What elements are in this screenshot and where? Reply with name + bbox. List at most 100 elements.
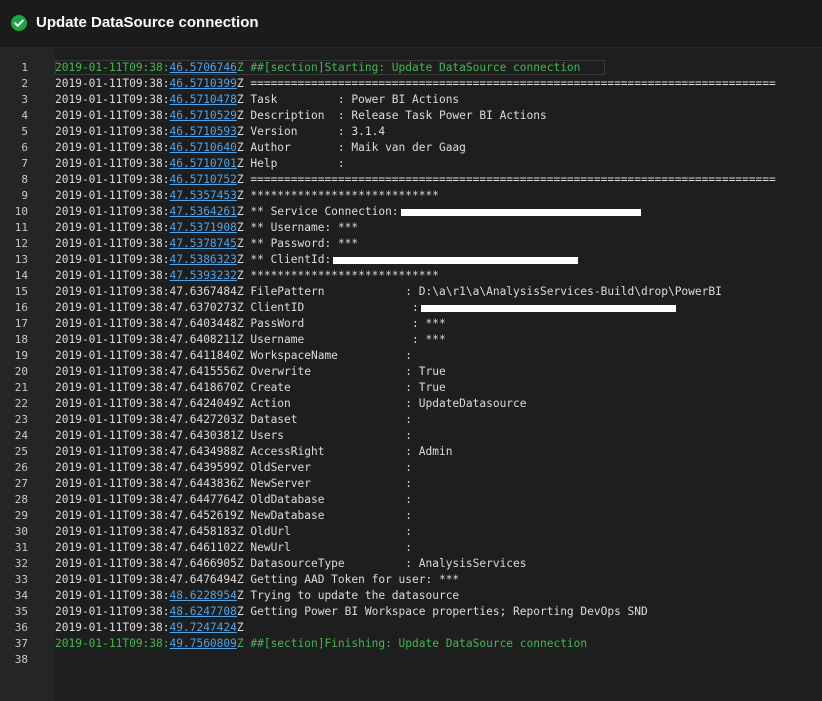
timestamp-date: 2019-01-11T09:38: — [55, 189, 170, 202]
log-message: NewDatabase : — [243, 509, 413, 522]
line-number[interactable]: 14 — [0, 268, 28, 284]
timestamp-link[interactable]: 46.5706746 — [170, 61, 237, 74]
line-number[interactable]: 26 — [0, 460, 28, 476]
line-number[interactable]: 12 — [0, 236, 28, 252]
timestamp-seconds: 47.6403448 — [169, 317, 237, 330]
timestamp-link[interactable]: 46.5710478 — [170, 93, 237, 106]
line-number[interactable]: 17 — [0, 316, 28, 332]
log-text: 2019-01-11T09:38:46.5710399Z ===========… — [55, 76, 776, 92]
log-text: 2019-01-11T09:38:46.5710593Z Version : 3… — [55, 124, 385, 140]
log-message: DatasourceType : AnalysisServices — [243, 557, 527, 570]
timestamp-zone: Z — [236, 157, 244, 170]
log-text: 2019-01-11T09:38:47.5393232Z ***********… — [55, 268, 439, 284]
log-text: 2019-01-11T09:38:47.6370273Z ClientID : — [55, 300, 676, 316]
timestamp-link[interactable]: 47.5357453 — [170, 189, 237, 202]
timestamp-date: 2019-01-11T09:38: — [55, 637, 170, 650]
line-number[interactable]: 37 — [0, 636, 28, 652]
line-number[interactable]: 19 — [0, 348, 28, 364]
line-number[interactable]: 6 — [0, 140, 28, 156]
log-message: ##[section]Finishing: Update DataSource … — [243, 637, 588, 650]
timestamp-link[interactable]: 47.5393232 — [170, 269, 237, 282]
log-line: 18 2019-01-11T09:38:47.6408211Z Username … — [0, 332, 822, 348]
log-message: OldDatabase : — [243, 493, 413, 506]
line-number[interactable]: 3 — [0, 92, 28, 108]
timestamp-link[interactable]: 46.5710640 — [170, 141, 237, 154]
line-number[interactable]: 5 — [0, 124, 28, 140]
timestamp-date: 2019-01-11T09:38: — [55, 77, 170, 90]
timestamp-link[interactable]: 49.7247424 — [170, 621, 237, 634]
timestamp-seconds: 47.6411840 — [169, 349, 237, 362]
timestamp-link[interactable]: 47.5378745 — [170, 237, 237, 250]
log-line: 15 2019-01-11T09:38:47.6367484Z FilePatte… — [0, 284, 822, 300]
timestamp-link[interactable]: 49.7560809 — [170, 637, 237, 650]
redacted-value — [420, 304, 676, 312]
line-number[interactable]: 8 — [0, 172, 28, 188]
timestamp-date: 2019-01-11T09:38: — [55, 621, 170, 634]
timestamp-link[interactable]: 48.6247708 — [170, 605, 237, 618]
timestamp-link[interactable]: 46.5710752 — [170, 173, 237, 186]
line-number[interactable]: 35 — [0, 604, 28, 620]
log-message: WorkspaceName : — [243, 349, 413, 362]
line-number[interactable]: 9 — [0, 188, 28, 204]
line-number[interactable]: 10 — [0, 204, 28, 220]
log-message: Version : 3.1.4 — [243, 125, 386, 138]
log-message: Getting AAD Token for user: *** — [243, 573, 460, 586]
line-number[interactable]: 16 — [0, 300, 28, 316]
log-message: ##[section]Starting: Update DataSource c… — [243, 61, 581, 74]
line-number[interactable]: 34 — [0, 588, 28, 604]
log-message: Users : — [243, 429, 413, 442]
log-line: 10 2019-01-11T09:38:47.5364261Z ** Servic… — [0, 204, 822, 220]
line-number[interactable]: 13 — [0, 252, 28, 268]
log-line: 29 2019-01-11T09:38:47.6452619Z NewDataba… — [0, 508, 822, 524]
log-message: ========================================… — [243, 173, 776, 186]
timestamp-link[interactable]: 46.5710701 — [170, 157, 237, 170]
line-number[interactable]: 27 — [0, 476, 28, 492]
line-number[interactable]: 24 — [0, 428, 28, 444]
timestamp-link[interactable]: 46.5710593 — [170, 125, 237, 138]
log-message: OldServer : — [243, 461, 413, 474]
log-line: 38 — [0, 652, 822, 668]
timestamp-zone: Z — [236, 125, 244, 138]
line-number[interactable]: 25 — [0, 444, 28, 460]
timestamp-seconds: 47.6447764 — [169, 493, 237, 506]
log-line: 24 2019-01-11T09:38:47.6430381Z Users : — [0, 428, 822, 444]
log-line: 11 2019-01-11T09:38:47.5371908Z ** Userna… — [0, 220, 822, 236]
timestamp-link[interactable]: 48.6228954 — [170, 589, 237, 602]
line-number[interactable]: 30 — [0, 524, 28, 540]
line-number[interactable]: 22 — [0, 396, 28, 412]
log-line: 22 2019-01-11T09:38:47.6424049Z Action : … — [0, 396, 822, 412]
line-number[interactable]: 20 — [0, 364, 28, 380]
line-number[interactable]: 15 — [0, 284, 28, 300]
line-number[interactable]: 7 — [0, 156, 28, 172]
line-number[interactable]: 23 — [0, 412, 28, 428]
timestamp-date: 2019-01-11T09:38: — [55, 93, 170, 106]
log-line: 20 2019-01-11T09:38:47.6415556Z Overwrite… — [0, 364, 822, 380]
line-number[interactable]: 2 — [0, 76, 28, 92]
line-number[interactable]: 32 — [0, 556, 28, 572]
timestamp-link[interactable]: 47.5371908 — [170, 221, 237, 234]
line-number[interactable]: 1 — [0, 60, 28, 76]
timestamp-link[interactable]: 47.5386323 — [170, 253, 237, 266]
line-number[interactable]: 33 — [0, 572, 28, 588]
line-number[interactable]: 4 — [0, 108, 28, 124]
log-message: Action : UpdateDatasource — [243, 397, 527, 410]
line-number[interactable]: 18 — [0, 332, 28, 348]
line-number[interactable]: 31 — [0, 540, 28, 556]
line-number[interactable]: 38 — [0, 652, 28, 668]
timestamp-link[interactable]: 47.5364261 — [170, 205, 237, 218]
timestamp-zone: Z — [236, 365, 244, 378]
line-number[interactable]: 21 — [0, 380, 28, 396]
log-message: Help : — [243, 157, 345, 170]
log-text: 2019-01-11T09:38:47.6458183Z OldUrl : — [55, 524, 412, 540]
line-number[interactable]: 29 — [0, 508, 28, 524]
line-number[interactable]: 28 — [0, 492, 28, 508]
line-number[interactable]: 36 — [0, 620, 28, 636]
log-line: 14 2019-01-11T09:38:47.5393232Z *********… — [0, 268, 822, 284]
timestamp-link[interactable]: 46.5710399 — [170, 77, 237, 90]
timestamp-zone: Z — [236, 525, 244, 538]
line-number[interactable]: 11 — [0, 220, 28, 236]
timestamp-link[interactable]: 46.5710529 — [170, 109, 237, 122]
log-line: 7 2019-01-11T09:38:46.5710701Z Help : — [0, 156, 822, 172]
check-circle-icon — [11, 15, 27, 31]
timestamp-zone: Z — [236, 429, 244, 442]
